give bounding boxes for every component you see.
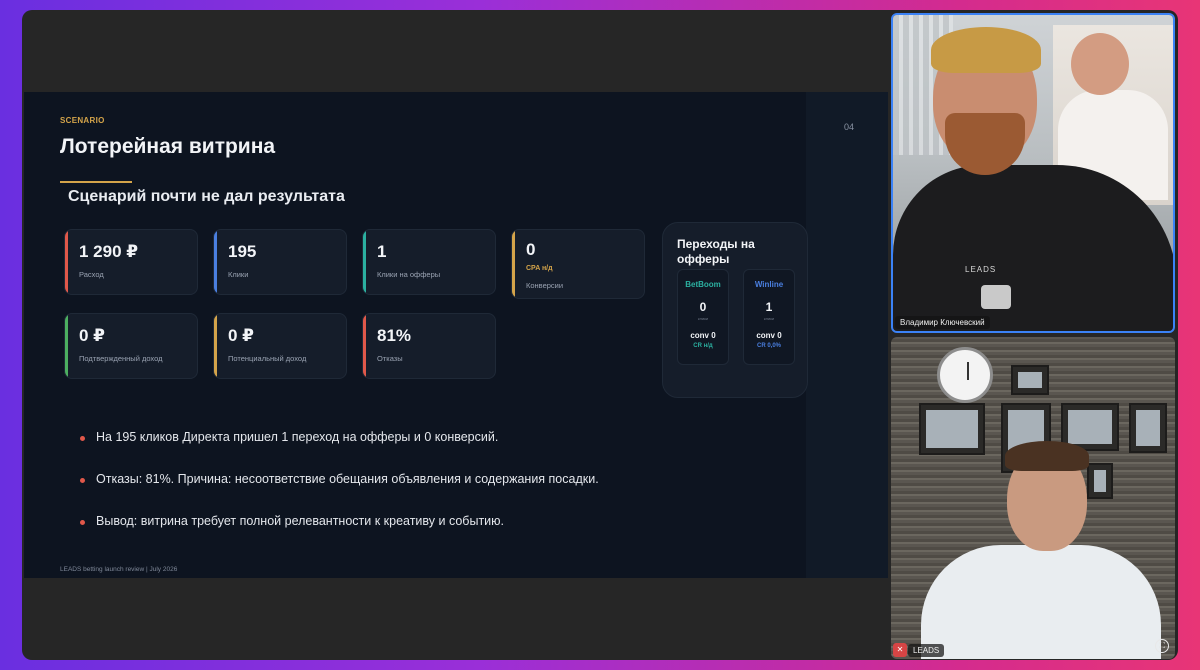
slide-footer: LEADS betting launch review | July 2026: [60, 566, 178, 573]
metric-value: 0 ₽: [228, 326, 255, 345]
bullet-item: Вывод: витрина требует полной релевантно…: [80, 514, 599, 556]
offers-panel: Переходы на офферы BetBoom 0 клики conv …: [662, 222, 808, 398]
offer-cr: CR н/д: [693, 343, 713, 349]
offer-clicks: 0: [699, 300, 707, 314]
metric-label: Расход: [79, 270, 104, 279]
participant-name-tag: Владимир Ключевский: [895, 316, 990, 329]
offer-clicks-label: клики: [763, 316, 775, 321]
wall-photo: [919, 403, 985, 455]
metric-value: 0: [526, 240, 536, 259]
offer-name: BetBoom: [685, 280, 721, 289]
participant-hair: [931, 27, 1041, 73]
metric-card-offer-clicks: 1 Клики на офферы: [362, 229, 496, 295]
metric-card-clicks: 195 Клики: [213, 229, 347, 295]
offer-name: Winline: [754, 280, 784, 289]
shirt-logo: LEADS: [965, 265, 997, 274]
metric-label: Клики на офферы: [377, 270, 441, 279]
metric-value: 1 290 ₽: [79, 242, 139, 261]
bullet-item: На 195 кликов Директа пришел 1 переход н…: [80, 430, 599, 472]
bullet-list: На 195 кликов Директа пришел 1 переход н…: [80, 430, 599, 556]
shared-slide: 04 SCENARIO Лотерейная витрина Сценарий …: [24, 92, 888, 578]
offer-conv: conv 0: [756, 331, 782, 340]
wall-photo: [1011, 365, 1049, 395]
video-tile-speaker[interactable]: LEADS Владимир Ключевский: [891, 13, 1175, 333]
metric-label: Подтвержденный доход: [79, 354, 163, 363]
poster-figure-head: [1071, 33, 1129, 95]
metric-label: Клики: [228, 270, 249, 279]
offer-card-winline: Winline 1 клики conv 0 CR 0,0%: [743, 269, 795, 365]
metric-card-bounces: 81% Отказы: [362, 313, 496, 379]
metric-value: 0 ₽: [79, 326, 106, 345]
metric-label: Конверсии: [526, 281, 564, 290]
metric-card-conversions: 0 CPA н/д Конверсии: [511, 229, 645, 299]
offer-clicks: 1: [765, 300, 773, 314]
video-tile-participant[interactable]: ✕ LEADS ⛶: [891, 337, 1175, 659]
metric-card-confirmed-revenue: 0 ₽ Подтвержденный доход: [64, 313, 198, 379]
offers-title: Переходы на офферы: [677, 237, 755, 266]
metric-sublabel: CPA н/д: [526, 265, 553, 272]
metric-value: 1: [377, 242, 387, 261]
screen-share-icon[interactable]: ⛶: [1155, 639, 1169, 653]
bullet-item: Отказы: 81%. Причина: несоответствие обе…: [80, 472, 599, 514]
meeting-window: 04 SCENARIO Лотерейная витрина Сценарий …: [22, 10, 1178, 660]
metric-card-potential-revenue: 0 ₽ Потенциальный доход: [213, 313, 347, 379]
offer-card-betboom: BetBoom 0 клики conv 0 CR н/д: [677, 269, 729, 365]
clock-hand: [967, 362, 969, 380]
offer-clicks-label: клики: [697, 316, 709, 321]
participant-name-tag: LEADS: [908, 644, 945, 657]
metric-label: Потенциальный доход: [228, 354, 307, 363]
offer-conv: conv 0: [690, 331, 716, 340]
wall-photo: [1129, 403, 1167, 453]
participant-hair: [1005, 441, 1089, 471]
slide-title: Лотерейная витрина: [60, 135, 276, 158]
metric-value: 195: [228, 242, 257, 261]
metric-value: 81%: [377, 326, 412, 345]
mic-muted-icon[interactable]: ✕: [893, 643, 907, 657]
wall-photo: [1087, 463, 1113, 499]
wall-clock: [937, 347, 993, 403]
slide-kicker: SCENARIO: [60, 116, 105, 125]
slide-sidebar: 04: [806, 92, 888, 578]
participant-body: [921, 545, 1161, 659]
metric-card-spend: 1 290 ₽ Расход: [64, 229, 198, 295]
title-underline: [60, 181, 132, 183]
wristwatch: [981, 285, 1011, 309]
offer-cr: CR 0,0%: [756, 343, 781, 349]
slide-subtitle: Сценарий почти не дал результата: [68, 188, 345, 205]
metric-label: Отказы: [377, 354, 403, 363]
page-number: 04: [844, 122, 855, 132]
